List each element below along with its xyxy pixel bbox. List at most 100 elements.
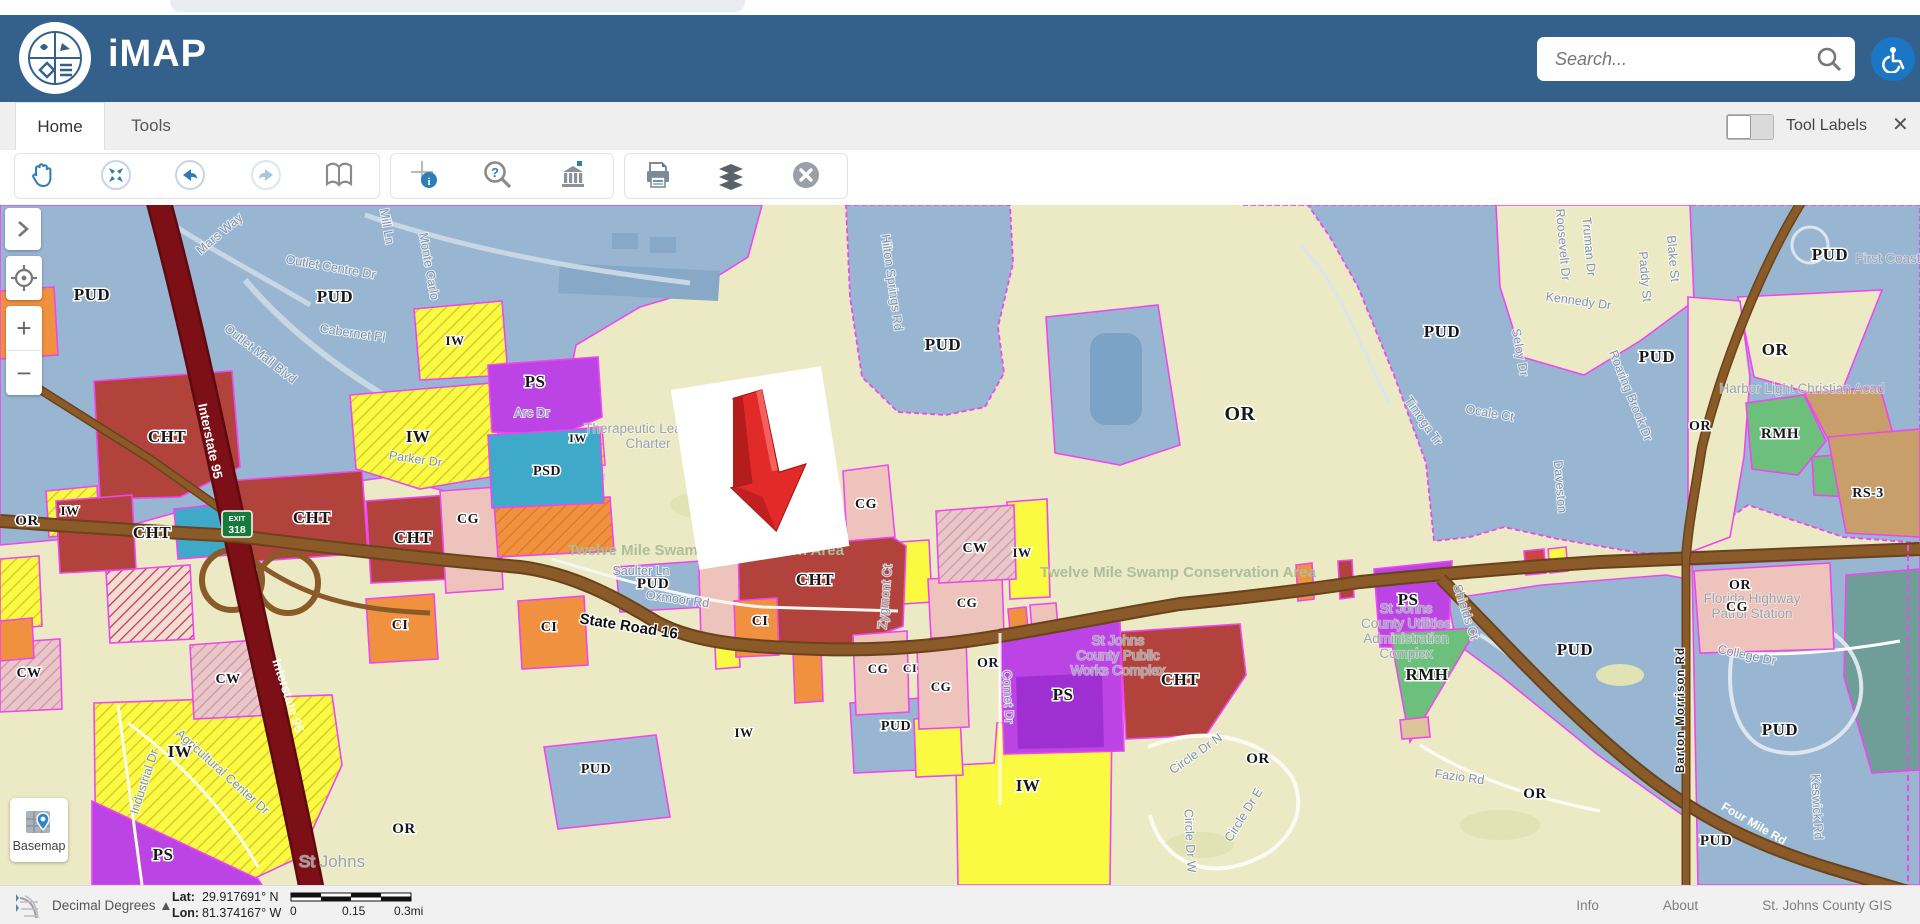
zone-label: CW — [215, 672, 240, 687]
tab-home[interactable]: Home — [15, 102, 105, 150]
zone-label: CI — [541, 620, 558, 635]
full-extent-button[interactable] — [96, 155, 136, 195]
zone-label: IW — [406, 427, 431, 446]
identify-icon: i — [409, 159, 441, 191]
map-canvas[interactable]: EXIT 318 Therapeutic LearningCharterSt J… — [0, 205, 1920, 885]
zone-label: CI — [392, 618, 409, 633]
zone-label: CI — [903, 661, 917, 675]
road-label: Barton Morrison Rd — [1675, 647, 1687, 773]
place-label: Florida HighwayPatrol Station — [1704, 591, 1801, 621]
projection-selector[interactable]: Decimal Degrees ▲ — [52, 886, 173, 924]
zone-label: OR — [392, 821, 416, 837]
tab-bar: Home Tools Tool Labels ✕ — [0, 102, 1920, 151]
zone-label: OR — [15, 513, 39, 529]
zone-label: CHT — [394, 528, 433, 547]
layers-button[interactable] — [711, 155, 751, 195]
tool-labels-toggle[interactable] — [1726, 114, 1774, 140]
zone-label: IW — [168, 742, 193, 761]
print-button[interactable] — [638, 155, 678, 195]
lon-label: Lon: — [172, 905, 202, 921]
status-bar: Decimal Degrees ▲ Lat:29.917691° N Lon:8… — [0, 885, 1920, 924]
zone-label: CHT — [133, 523, 172, 542]
forward-arrow-icon — [250, 159, 282, 191]
basemap-label: Basemap — [13, 839, 66, 853]
zone-label: OR — [1246, 751, 1270, 767]
toolbar: i ? — [0, 150, 1920, 205]
search-box[interactable] — [1537, 37, 1855, 81]
municipal-building-icon — [557, 159, 589, 191]
zone-label: PSD — [533, 464, 561, 479]
zone-label: IW — [569, 431, 587, 445]
place-label: St Johns — [299, 852, 365, 871]
identify-button[interactable]: i — [405, 155, 445, 195]
exit-sign: EXIT 318 — [222, 511, 252, 537]
locate-button[interactable] — [6, 256, 42, 300]
lon-value: 81.374167° W — [202, 906, 281, 920]
zone-label: CG — [855, 497, 877, 512]
zone-label: PS — [1053, 685, 1074, 704]
zoom-out-button[interactable]: − — [6, 351, 42, 395]
accessibility-button[interactable] — [1871, 37, 1915, 81]
tab-tools[interactable]: Tools — [106, 102, 196, 150]
imap-application: { "header": { "app_title": "iMAP", "sear… — [0, 0, 1920, 924]
lat-value: 29.917691° N — [202, 890, 279, 904]
zone-label: CG — [931, 679, 952, 694]
zone-label: IW — [445, 333, 464, 348]
conservation-label: Twelve Mile Swamp Conservation Area — [1040, 564, 1317, 581]
search-input[interactable] — [1553, 48, 1815, 71]
browser-strip — [0, 0, 1920, 15]
locate-crosshair-icon — [11, 265, 37, 291]
zone-label: CG — [457, 512, 479, 527]
previous-extent-button[interactable] — [170, 155, 210, 195]
zone-label: CW — [962, 541, 987, 556]
basemap-button[interactable]: Basemap — [10, 798, 68, 862]
zone-label: PUD — [637, 576, 669, 592]
red-arrow-marker[interactable] — [671, 366, 850, 570]
chevron-right-icon — [16, 219, 30, 239]
scale-bar — [290, 892, 412, 903]
pan-button[interactable] — [23, 155, 63, 195]
zone-label: PUD — [1639, 347, 1675, 366]
street-label: Comet Dr — [1000, 670, 1017, 724]
zone-label: OR — [1225, 403, 1256, 425]
st-johns-county-logo — [18, 21, 92, 95]
tool-labels-label: Tool Labels — [1786, 102, 1867, 150]
zone-label: IW — [60, 503, 79, 518]
zone-label: OR — [1689, 419, 1711, 434]
zone-label: CG — [868, 661, 889, 676]
svg-text:i: i — [427, 176, 430, 188]
place-label: Harbor Light Christian Acad — [1719, 381, 1884, 396]
zone-label: IW — [734, 725, 753, 740]
zone-label: PUD — [925, 335, 961, 354]
zone-label: RMH — [1405, 665, 1448, 684]
panel-expand-button[interactable] — [5, 208, 41, 250]
place-label: First Coast — [1855, 251, 1920, 266]
about-link[interactable]: About — [1663, 898, 1698, 913]
zoom-in-button[interactable]: + — [6, 306, 42, 351]
pan-hand-icon — [28, 160, 58, 190]
zone-label: IW — [1016, 776, 1041, 795]
svg-text:EXIT: EXIT — [229, 514, 246, 523]
query-button[interactable]: ? — [478, 155, 518, 195]
browser-pill — [170, 0, 745, 12]
bookmarks-icon — [323, 160, 355, 190]
zone-label: PUD — [881, 719, 911, 734]
coordinate-system-icon[interactable] — [12, 892, 42, 920]
zone-label: PUD — [1700, 833, 1732, 849]
search-icon[interactable] — [1815, 45, 1843, 73]
svg-text:?: ? — [491, 165, 499, 180]
zone-label: PUD — [581, 762, 611, 777]
zone-label: RS-3 — [1852, 486, 1884, 501]
clear-button[interactable] — [786, 155, 826, 195]
bookmarks-button[interactable] — [319, 155, 359, 195]
next-extent-button[interactable] — [246, 155, 286, 195]
zone-label: PUD — [1557, 640, 1593, 659]
gis-credit: St. Johns County GIS — [1762, 898, 1892, 913]
info-link[interactable]: Info — [1576, 898, 1599, 913]
close-icon[interactable]: ✕ — [1892, 102, 1909, 150]
clear-x-icon — [791, 160, 821, 190]
zone-label: CHT — [796, 570, 835, 589]
municipal-button[interactable] — [553, 155, 593, 195]
zone-label: PUD — [1762, 720, 1798, 739]
app-header: iMAP — [0, 15, 1920, 102]
